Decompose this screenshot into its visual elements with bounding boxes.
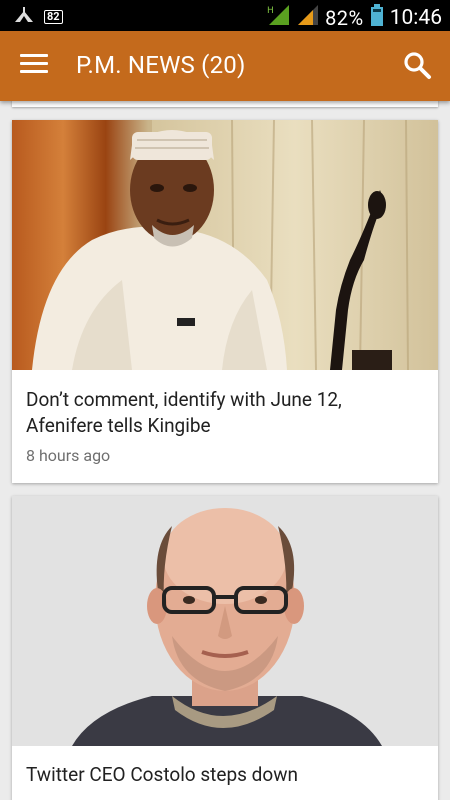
status-bar: 82 H 82% 10:46 — [0, 0, 450, 31]
cell-signal-icon: H — [267, 4, 291, 32]
article-card[interactable]: Don’t comment, identify with June 12, Af… — [12, 120, 438, 483]
article-image[interactable] — [12, 120, 438, 370]
app-bar: P.M. NEWS (20) — [0, 31, 450, 101]
article-image[interactable] — [12, 496, 438, 746]
svg-text:H: H — [267, 6, 274, 16]
previous-article-card[interactable] — [12, 101, 438, 107]
battery-icon — [370, 4, 384, 32]
battery-percent: 82% — [325, 6, 364, 30]
article-card[interactable]: Twitter CEO Costolo steps down — [12, 496, 438, 800]
clock: 10:46 — [389, 6, 442, 30]
news-feed[interactable]: Don’t comment, identify with June 12, Af… — [0, 101, 450, 800]
notification-badge-icon: 82 — [44, 10, 63, 24]
article-title[interactable]: Twitter CEO Costolo steps down — [26, 762, 416, 788]
cell-signal-2-icon — [297, 4, 319, 32]
app-title: P.M. NEWS (20) — [76, 51, 246, 79]
article-title[interactable]: Don’t comment, identify with June 12, Af… — [26, 387, 416, 439]
notification-count: 82 — [47, 10, 60, 23]
search-icon[interactable] — [402, 50, 432, 80]
signal-bars-notification-icon — [14, 7, 34, 27]
article-timestamp: 8 hours ago — [26, 446, 111, 465]
hamburger-menu-icon[interactable] — [20, 54, 48, 78]
